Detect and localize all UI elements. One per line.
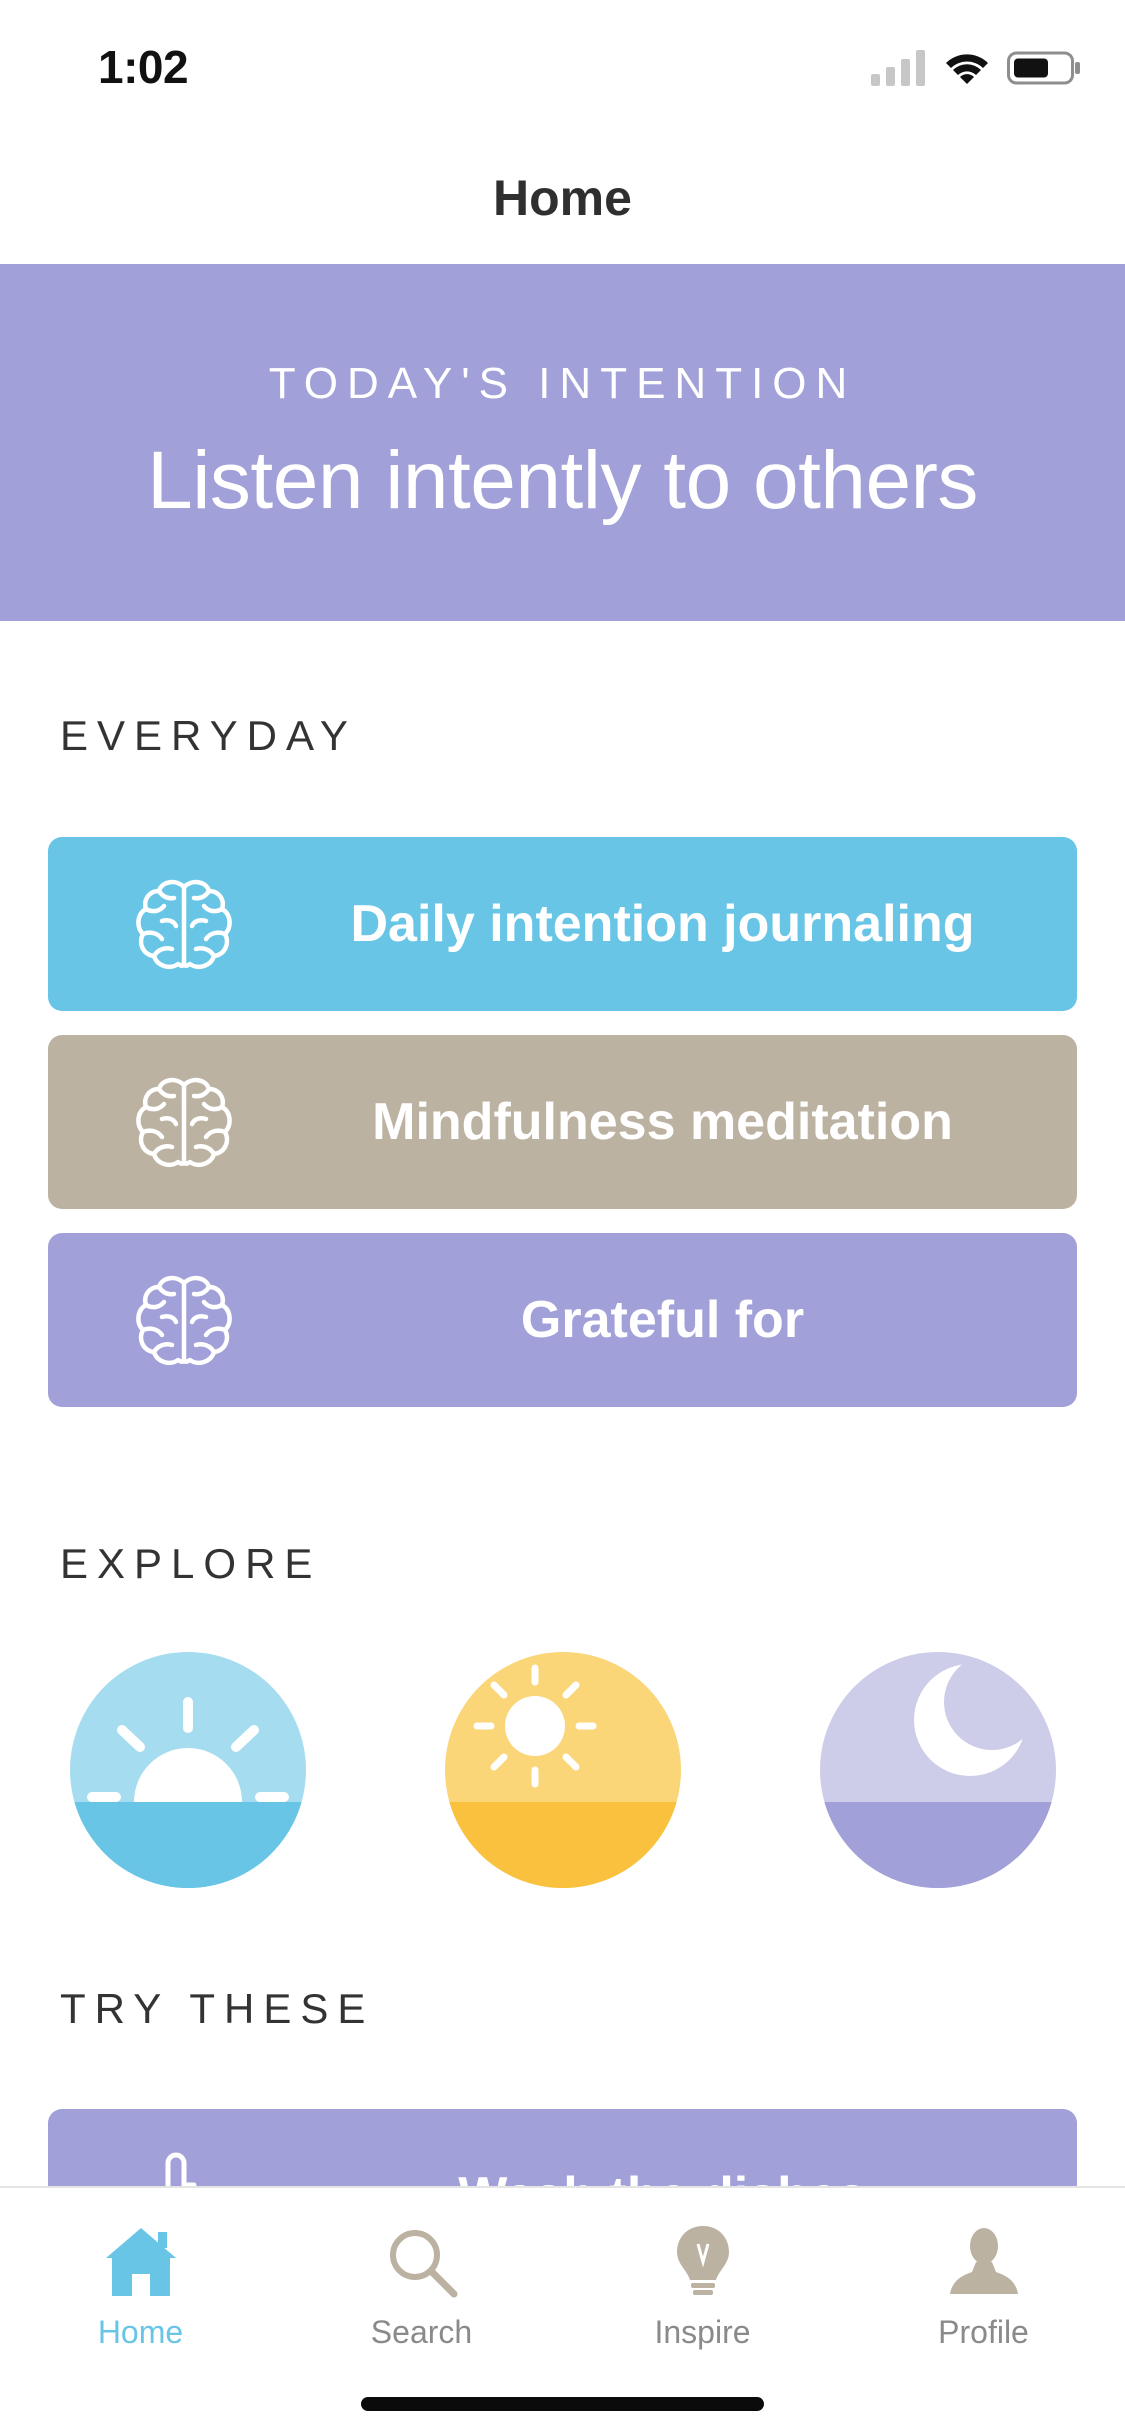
- tab-home[interactable]: Home: [0, 2206, 281, 2356]
- intention-label: TODAY'S INTENTION: [268, 359, 857, 408]
- brain-icon: [136, 1275, 232, 1365]
- tab-search[interactable]: Search: [281, 2206, 562, 2356]
- tab-profile[interactable]: Profile: [843, 2206, 1124, 2356]
- wifi-icon: [946, 54, 988, 84]
- sun-icon: [445, 1652, 681, 1888]
- card-label: Mindfulness meditation: [372, 1093, 953, 1151]
- battery-icon: [1007, 51, 1080, 85]
- grateful-for-button[interactable]: Grateful for: [48, 1233, 1077, 1407]
- tab-inspire[interactable]: Inspire: [562, 2206, 843, 2356]
- explore-moon-button[interactable]: [820, 1652, 1056, 1888]
- daily-intention-journaling-button[interactable]: Daily intention journaling: [48, 837, 1077, 1011]
- moon-icon: [820, 1652, 1056, 1888]
- try-these-section-title: TRY THESE: [60, 1985, 375, 2032]
- brain-icon: [136, 1077, 232, 1167]
- explore-section-title: EXPLORE: [60, 1540, 322, 1587]
- tab-label: Profile: [938, 2314, 1029, 2350]
- card-label: Daily intention journaling: [350, 895, 975, 953]
- everyday-section-title: EVERYDAY: [60, 712, 357, 759]
- status-icons: [871, 50, 1081, 86]
- lightbulb-icon: [676, 2226, 729, 2295]
- signal-icon: [871, 50, 925, 86]
- nav-header: Home: [0, 132, 1125, 264]
- home-icon: [105, 2228, 176, 2296]
- profile-icon: [949, 2228, 1018, 2294]
- explore-sunrise-button[interactable]: [70, 1652, 306, 1888]
- status-time: 1:02: [98, 41, 189, 93]
- tab-label: Home: [97, 2314, 184, 2350]
- search-icon: [389, 2230, 457, 2298]
- mindfulness-meditation-button[interactable]: Mindfulness meditation: [48, 1035, 1077, 1209]
- sunrise-icon: [70, 1652, 306, 1888]
- home-indicator: [361, 2397, 764, 2411]
- tab-label: Search: [370, 2314, 473, 2350]
- brain-icon: [136, 879, 232, 969]
- intention-text: Listen intently to others: [147, 435, 978, 526]
- explore-sun-button[interactable]: [445, 1652, 681, 1888]
- tab-label: Inspire: [654, 2314, 751, 2350]
- status-bar: 1:02: [0, 0, 1125, 132]
- intention-banner[interactable]: TODAY'S INTENTION Listen intently to oth…: [0, 264, 1125, 621]
- card-label: Grateful for: [520, 1291, 805, 1349]
- page-title: Home: [493, 170, 632, 226]
